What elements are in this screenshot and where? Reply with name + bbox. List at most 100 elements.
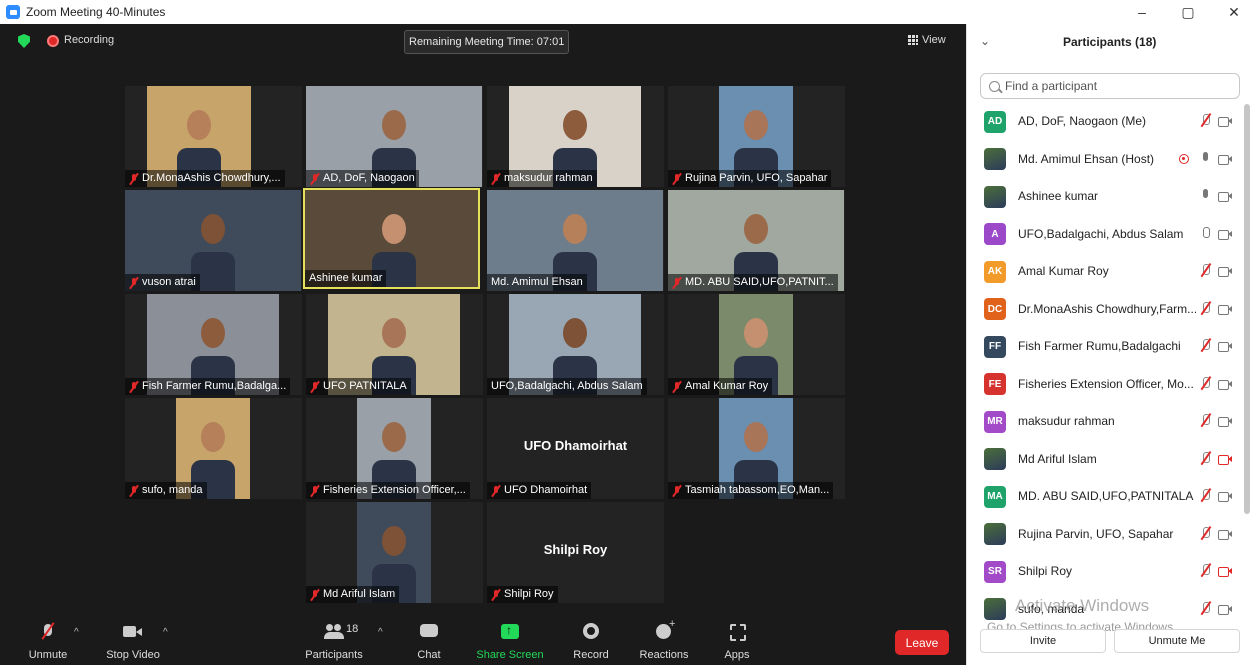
tile-name-label: Ashinee kumar: [305, 270, 387, 287]
participant-row[interactable]: Ashinee kumar: [967, 178, 1247, 216]
mic-muted-icon[interactable]: [1198, 526, 1212, 541]
video-tile[interactable]: Md Ariful Islam: [306, 502, 483, 603]
video-tile[interactable]: Fish Farmer Rumu,Badalga...: [125, 294, 302, 395]
maximize-button[interactable]: ▢: [1165, 0, 1211, 24]
camera-icon[interactable]: [1218, 603, 1232, 615]
participant-row[interactable]: DC Dr.MonaAshis Chowdhury,Farm...: [967, 291, 1247, 329]
camera-icon[interactable]: [1218, 228, 1232, 240]
avatar: [984, 448, 1006, 471]
video-tile[interactable]: Amal Kumar Roy: [668, 294, 845, 395]
participants-button[interactable]: Participants: [303, 609, 365, 665]
participant-search-input[interactable]: [1005, 79, 1225, 93]
invite-button[interactable]: Invite: [980, 629, 1106, 653]
camera-icon[interactable]: [1218, 528, 1232, 540]
share-screen-button[interactable]: Share Screen: [476, 609, 544, 665]
participant-row[interactable]: MR maksudur rahman: [967, 403, 1247, 441]
video-tile[interactable]: UFO Dhamoirhat UFO Dhamoirhat: [487, 398, 664, 499]
video-tile[interactable]: Ashinee kumar: [303, 188, 480, 289]
unmute-me-button[interactable]: Unmute Me: [1114, 629, 1240, 653]
remaining-time: Remaining Meeting Time: 07:01: [404, 30, 570, 54]
participant-list-scrollbar[interactable]: [1244, 104, 1250, 514]
participant-row[interactable]: MA MD. ABU SAID,UFO,PATNITALA: [967, 478, 1247, 516]
audio-options-chevron-icon[interactable]: ^: [74, 627, 79, 638]
participant-row[interactable]: AD AD, DoF, Naogaon (Me): [967, 103, 1247, 141]
person-head: [563, 214, 587, 244]
camera-icon[interactable]: [1218, 265, 1232, 277]
video-tile[interactable]: Tasmiah tabassom,EO,Man...: [668, 398, 845, 499]
camera-icon[interactable]: [1218, 378, 1232, 390]
chat-button[interactable]: Chat: [412, 609, 446, 665]
mic-muted-icon[interactable]: [1198, 114, 1212, 128]
person-head: [744, 110, 768, 140]
mic-icon[interactable]: [1198, 189, 1212, 203]
tile-name-text: Fisheries Extension Officer,...: [323, 484, 466, 496]
record-button[interactable]: Record: [572, 609, 610, 665]
unmute-button[interactable]: Unmute: [24, 609, 72, 665]
video-tile[interactable]: Dr.MonaAshis Chowdhury,...: [125, 86, 302, 187]
mic-muted-icon[interactable]: [1198, 489, 1212, 503]
participant-row[interactable]: Md. Amimul Ehsan (Host): [967, 141, 1247, 179]
participant-row[interactable]: Md Ariful Islam: [967, 441, 1247, 479]
mic-muted-icon[interactable]: [1198, 264, 1212, 278]
camera-icon[interactable]: [1218, 190, 1232, 202]
video-tile[interactable]: UFO PATNITALA: [306, 294, 483, 395]
participant-row[interactable]: FE Fisheries Extension Officer, Mo...: [967, 366, 1247, 404]
tile-name-text: Rujina Parvin, UFO, Sapahar: [685, 172, 828, 184]
leave-button[interactable]: Leave: [895, 630, 949, 655]
participant-row[interactable]: AK Amal Kumar Roy: [967, 253, 1247, 291]
meeting-area: Recording Remaining Meeting Time: 07:01 …: [0, 24, 966, 665]
security-shield-icon[interactable]: [18, 34, 30, 48]
camera-icon[interactable]: [1218, 153, 1232, 165]
person-head: [382, 110, 406, 140]
mic-icon[interactable]: [1198, 151, 1212, 166]
video-tile[interactable]: UFO,Badalgachi, Abdus Salam: [487, 294, 664, 395]
participant-row[interactable]: Rujina Parvin, UFO, Sapahar: [967, 516, 1247, 554]
participant-row[interactable]: SR Shilpi Roy: [967, 553, 1247, 591]
mic-muted-icon[interactable]: [1198, 414, 1212, 428]
camera-icon[interactable]: [1218, 303, 1232, 315]
apps-button[interactable]: Apps: [722, 609, 752, 665]
tile-name-text: UFO PATNITALA: [323, 380, 407, 392]
muted-mic-icon: [129, 173, 139, 185]
stop-video-button[interactable]: Stop Video: [104, 609, 162, 665]
participant-name: Fish Farmer Rumu,Badalgachi: [1018, 339, 1181, 353]
video-tile[interactable]: Md. Amimul Ehsan: [487, 190, 664, 291]
avatar: [984, 185, 1006, 208]
reactions-button[interactable]: Reactions: [638, 609, 690, 665]
collapse-chevron-icon[interactable]: ⌄: [980, 34, 990, 48]
video-tile[interactable]: Shilpi Roy Shilpi Roy: [487, 502, 664, 603]
camera-icon[interactable]: [1218, 490, 1232, 502]
view-button[interactable]: View: [908, 34, 946, 46]
mic-muted-icon[interactable]: [1198, 376, 1212, 391]
participant-row[interactable]: A UFO,Badalgachi, Abdus Salam: [967, 216, 1247, 254]
mic-muted-icon[interactable]: [1198, 564, 1212, 578]
video-tile[interactable]: Fisheries Extension Officer,...: [306, 398, 483, 499]
camera-icon[interactable]: [1218, 115, 1232, 127]
video-options-chevron-icon[interactable]: ^: [163, 627, 168, 638]
video-tile[interactable]: AD, DoF, Naogaon: [306, 86, 483, 187]
video-tile[interactable]: maksudur rahman: [487, 86, 664, 187]
camera-icon[interactable]: [1218, 415, 1232, 427]
participant-search[interactable]: [980, 73, 1240, 99]
video-tile[interactable]: MD. ABU SAID,UFO,PATNIT...: [668, 190, 845, 291]
participants-chevron-icon[interactable]: ^: [378, 627, 383, 638]
camera-icon[interactable]: [1218, 340, 1232, 352]
camera-off-icon[interactable]: [1218, 565, 1232, 577]
mic-muted-icon[interactable]: [1198, 339, 1212, 353]
video-tile[interactable]: Rujina Parvin, UFO, Sapahar: [668, 86, 845, 187]
mic-muted-icon[interactable]: [1198, 601, 1212, 616]
video-tile[interactable]: vuson atrai: [125, 190, 302, 291]
camera-off-icon[interactable]: [1218, 453, 1232, 465]
mic-icon[interactable]: [1198, 226, 1212, 241]
mic-muted-icon[interactable]: [1198, 301, 1212, 316]
video-tile[interactable]: sufo, manda: [125, 398, 302, 499]
participant-row[interactable]: FF Fish Farmer Rumu,Badalgachi: [967, 328, 1247, 366]
muted-mic-icon: [491, 485, 501, 497]
avatar: AK: [984, 260, 1006, 283]
avatar: SR: [984, 560, 1006, 583]
minimize-button[interactable]: –: [1119, 0, 1165, 24]
muted-mic-icon: [672, 381, 682, 393]
mic-muted-icon[interactable]: [1198, 451, 1212, 466]
close-button[interactable]: ✕: [1211, 0, 1257, 24]
person-head: [201, 318, 225, 348]
